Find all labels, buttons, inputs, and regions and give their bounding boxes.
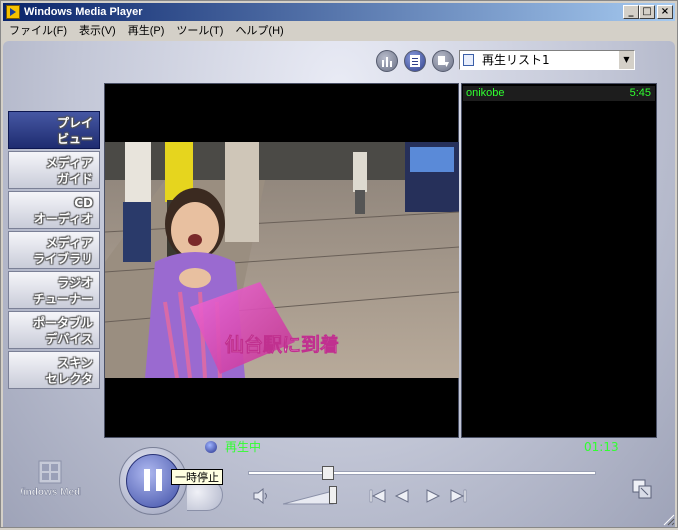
menu-help[interactable]: ヘルプ(H) [229,22,289,40]
menu-play[interactable]: 再生(P) [122,22,171,40]
status-globe-icon [205,441,217,453]
taskbar-media-library[interactable]: メディアライブラリ [8,231,100,269]
playlist-file-icon [463,54,474,66]
fast-forward-icon[interactable] [425,488,441,508]
menu-bar: ファイル(F) 表示(V) 再生(P) ツール(T) ヘルプ(H) [3,22,675,40]
status-text: 再生中 [225,440,262,454]
taskbar-label: チューナー [32,292,93,306]
playlist-dropdown-value: 再生リスト1 [482,53,550,67]
elapsed-time: 01:13 [584,440,619,454]
rewind-icon[interactable] [394,488,410,508]
equalizer-icon[interactable] [376,50,398,72]
taskbar-portable-device[interactable]: ポータブルデバイス [8,311,100,349]
taskbar-label: オーディオ [33,212,93,226]
taskbar-label: ビュー [56,132,93,146]
taskbar-cd-audio[interactable]: CD オーディオ [8,191,100,229]
menu-file[interactable]: ファイル(F) [3,22,73,40]
taskbar-label: ライブラリ [32,252,93,266]
taskbar-label: セレクタ [45,372,93,386]
switch-to-skin-mode-icon[interactable] [631,478,653,504]
close-button[interactable]: × [657,5,673,19]
taskbar-label: スキン [57,356,93,370]
shuffle-icon[interactable] [432,50,454,72]
feature-taskbar: プレイ ビュー メディア ガイド CD オーディオ メディア ライブラリ ラジオ チューナ… [8,111,102,391]
video-subtitle: 仙台駅に到着 [225,333,339,356]
video-frame[interactable]: 仙台駅に到着 [105,142,459,378]
pause-tooltip: 一時停止 [171,469,223,485]
taskbar-now-playing[interactable]: プレイ ビュー [8,111,100,149]
menu-view[interactable]: 表示(V) [73,22,122,40]
taskbar-label: デバイス [45,332,93,346]
taskbar-label: メディア [45,156,93,170]
wmp-window: Windows Media Player _ □ × ファイル(F) 表示(V) 再… [0,0,678,528]
taskbar-media-guide[interactable]: メディアガイド [8,151,100,189]
taskbar-label: メディア [45,236,93,250]
title-bar[interactable]: Windows Media Player _ □ × [3,3,675,21]
window-title: Windows Media Player [24,6,143,18]
menu-tools[interactable]: ツール(T) [170,22,229,40]
video-scene-image: 仙台駅に到着 [105,142,459,378]
resize-grip-icon[interactable] [661,511,675,530]
volume-thumb[interactable] [328,486,337,504]
status-bar: 再生中 01:13 [191,438,641,456]
taskbar-radio-tuner[interactable]: ラジオチューナー [8,271,100,309]
logo-text: Windows Media [21,487,81,498]
playlist-item-title: onikobe [466,87,505,99]
playlist-toggle-icon[interactable] [404,50,426,72]
taskbar-label: プレイ [56,116,93,130]
windows-media-logo: Windows Media [13,457,89,507]
playlist-item[interactable]: onikobe 5:45 [463,86,655,101]
taskbar-label: ポータブル [32,316,93,330]
playlist-pane: onikobe 5:45 [461,83,657,438]
playlist-dropdown[interactable]: 再生リスト1 ▼ [459,50,635,70]
video-pane: 仙台駅に到着 [104,83,459,438]
seek-bar[interactable] [248,471,596,475]
taskbar-label: ラジオ [57,276,93,290]
playlist-item-duration: 5:45 [629,87,651,99]
previous-track-icon[interactable] [369,488,387,508]
wmp-app-icon[interactable] [6,5,20,19]
taskbar-label: ガイド [56,172,93,186]
taskbar-label: CD [74,196,93,210]
taskbar-skin-chooser[interactable]: スキンセレクタ [8,351,100,389]
minimize-button[interactable]: _ [623,5,639,19]
seek-thumb[interactable] [322,466,335,480]
speaker-icon[interactable] [253,487,269,508]
next-track-icon[interactable] [449,488,467,508]
dropdown-arrow-icon[interactable]: ▼ [618,51,634,69]
maximize-button[interactable]: □ [639,5,655,19]
